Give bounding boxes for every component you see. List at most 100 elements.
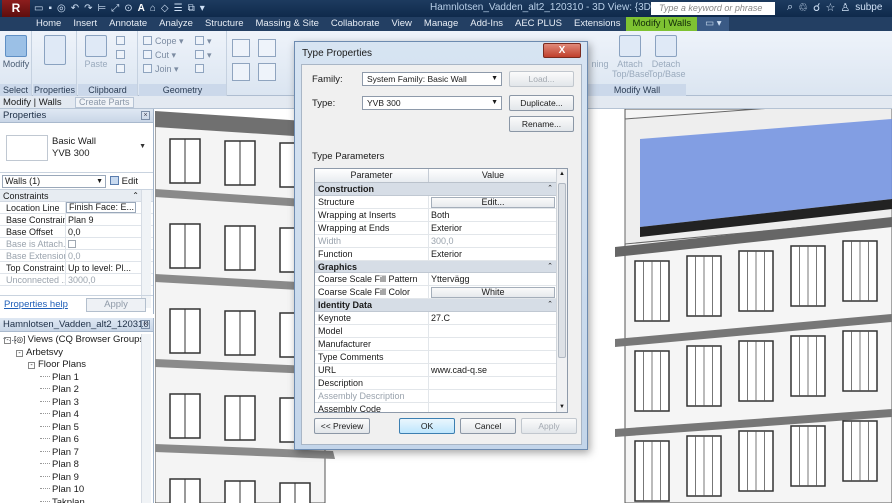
collapse-icon[interactable]: ⌃	[547, 261, 553, 274]
parameter-value[interactable]	[429, 403, 557, 413]
cancel-button[interactable]: Cancel	[460, 418, 516, 434]
collapse-icon[interactable]: ⌃	[547, 299, 553, 312]
browser-tree-node[interactable]: Plan 9	[0, 472, 153, 485]
ribbon-tab[interactable]: Modify | Walls	[626, 17, 698, 31]
detach-top-base-button[interactable]: Detach Top/Base	[648, 33, 686, 79]
favorites-icon[interactable]: ☆	[825, 1, 835, 14]
subscription-icon[interactable]: ♲	[798, 1, 808, 14]
parameter-value[interactable]	[429, 325, 557, 337]
parameter-row[interactable]: Structure Edit...	[315, 195, 557, 209]
parameter-value[interactable]	[429, 338, 557, 350]
align-icon[interactable]	[232, 39, 253, 58]
3d-view-icon[interactable]: ⌂	[150, 3, 156, 14]
match-properties-icon[interactable]	[116, 64, 128, 74]
ribbon-tab-toggle-icon[interactable]: ▭ ▾	[697, 17, 730, 31]
property-value[interactable]: Up to level: Pl...	[66, 262, 136, 273]
parameter-row[interactable]: Assembly Code	[315, 402, 557, 413]
parameter-row[interactable]: Manufacturer	[315, 337, 557, 351]
parameter-row[interactable]: Description	[315, 376, 557, 390]
property-row[interactable]: Unconnected ... 3000,0	[0, 274, 153, 286]
user-name[interactable]: subpe	[855, 2, 882, 13]
property-value[interactable]: Plan 9	[66, 214, 136, 225]
move-icon[interactable]	[232, 63, 253, 82]
close-hidden-icon[interactable]: ☰	[174, 3, 183, 14]
select-group-label[interactable]: Select	[0, 84, 31, 96]
constraints-section[interactable]: Constraints ⌃	[0, 190, 153, 202]
offset-icon[interactable]	[258, 39, 279, 58]
load-button[interactable]: Load...	[509, 71, 574, 87]
ok-button[interactable]: OK	[399, 418, 455, 434]
application-menu-button[interactable]: R	[2, 0, 30, 17]
parameter-row[interactable]: Wrapping at Ends Exterior	[315, 221, 557, 235]
paint-icon[interactable]: ▾	[195, 50, 212, 61]
parameter-row[interactable]: Assembly Description	[315, 389, 557, 403]
browser-tree-node[interactable]: Plan 4	[0, 409, 153, 422]
ribbon-tab[interactable]: Insert	[67, 17, 103, 31]
property-row[interactable]: Base is Attach...	[0, 238, 153, 250]
property-value[interactable]	[66, 238, 136, 249]
chevron-down-icon[interactable]: ▼	[139, 143, 146, 150]
cut-clipboard-icon[interactable]	[116, 36, 128, 46]
create-parts-button[interactable]: Create Parts	[75, 97, 134, 108]
collapse-icon[interactable]: ⌃	[132, 190, 139, 202]
browser-tree-node[interactable]: Plan 10	[0, 484, 153, 497]
join-button[interactable]: Join ▾	[143, 64, 179, 75]
parameter-row[interactable]: Keynote 27.C	[315, 311, 557, 325]
property-value[interactable]: Finish Face: E...	[66, 202, 136, 213]
text-icon[interactable]: A	[138, 3, 145, 14]
copy-clipboard-icon[interactable]	[116, 50, 128, 60]
parameter-value[interactable]: Yttervägg	[429, 273, 557, 285]
type-select[interactable]: YVB 300 ▼	[362, 96, 502, 110]
property-value[interactable]: 0,0	[66, 226, 136, 237]
parameter-value[interactable]: www.cad-q.se	[429, 364, 557, 376]
parameter-value[interactable]: Both	[429, 209, 557, 221]
ribbon-tab[interactable]: Manage	[418, 17, 464, 31]
parameter-row[interactable]: Wrapping at Inserts Both	[315, 208, 557, 222]
parameter-row[interactable]: Width 300,0	[315, 234, 557, 248]
duplicate-button[interactable]: Duplicate...	[509, 95, 574, 111]
property-row[interactable]: Base Constraint Plan 9	[0, 214, 153, 226]
checkbox-icon[interactable]	[68, 240, 76, 248]
browser-tree-node[interactable]: Plan 5	[0, 422, 153, 435]
property-row[interactable]: Location Line Finish Face: E...	[0, 202, 153, 214]
browser-tree-node[interactable]: - [◎] Views (CQ Browser Groups)	[0, 334, 153, 347]
user-icon[interactable]: ♙	[840, 1, 850, 14]
binoculars-icon[interactable]: ⌕	[787, 1, 793, 14]
communication-icon[interactable]: ☌	[813, 1, 820, 14]
collapse-toggle-icon[interactable]: -	[4, 337, 11, 344]
measure-icon[interactable]: ⊨	[98, 3, 107, 14]
parameter-row[interactable]: Model	[315, 324, 557, 338]
help-search-input[interactable]: Type a keyword or phrase	[651, 2, 775, 15]
paste-button[interactable]: Paste	[80, 33, 112, 69]
value-column-header[interactable]: Value	[429, 169, 557, 182]
parameter-value[interactable]: White	[429, 286, 557, 298]
parameter-edit-button[interactable]: White	[431, 287, 555, 298]
grid-scrollbar[interactable]: ▲ ▼	[556, 169, 567, 412]
parameter-column-header[interactable]: Parameter	[315, 169, 429, 182]
scroll-up-icon[interactable]: ▲	[559, 171, 565, 177]
property-row[interactable]: Top Constraint Up to level: Pl...	[0, 262, 153, 274]
apply-button[interactable]: Apply	[521, 418, 577, 434]
browser-tree-node[interactable]: Plan 3	[0, 397, 153, 410]
copy-icon[interactable]	[258, 63, 279, 82]
parameter-row[interactable]: Function Exterior	[315, 247, 557, 261]
ribbon-tab[interactable]: AEC PLUS	[509, 17, 568, 31]
parameter-row[interactable]: Type Comments	[315, 350, 557, 364]
close-icon[interactable]: ×	[141, 111, 150, 120]
properties-scrollbar[interactable]	[141, 190, 151, 308]
parameter-value[interactable]	[429, 351, 557, 363]
dimension-icon[interactable]: ⤢	[111, 3, 119, 14]
close-icon[interactable]: ×	[141, 320, 150, 329]
scroll-down-icon[interactable]: ▼	[559, 404, 565, 410]
parameter-row[interactable]: Coarse Scale Fill Color White	[315, 286, 557, 299]
property-row[interactable]: Base Extension...0,0	[0, 250, 153, 262]
sync-icon[interactable]: ◎	[57, 3, 66, 14]
save-icon[interactable]: ▪	[48, 3, 52, 14]
browser-tree-node[interactable]: Plan 1	[0, 372, 153, 385]
cope-button[interactable]: Cope ▾	[143, 36, 184, 47]
ribbon-tab[interactable]: Annotate	[103, 17, 153, 31]
browser-tree-node[interactable]: Plan 6	[0, 434, 153, 447]
parameter-value[interactable]: Exterior	[429, 222, 557, 234]
parameter-edit-button[interactable]: Edit...	[431, 196, 555, 208]
properties-help-link[interactable]: Properties help	[4, 299, 68, 310]
